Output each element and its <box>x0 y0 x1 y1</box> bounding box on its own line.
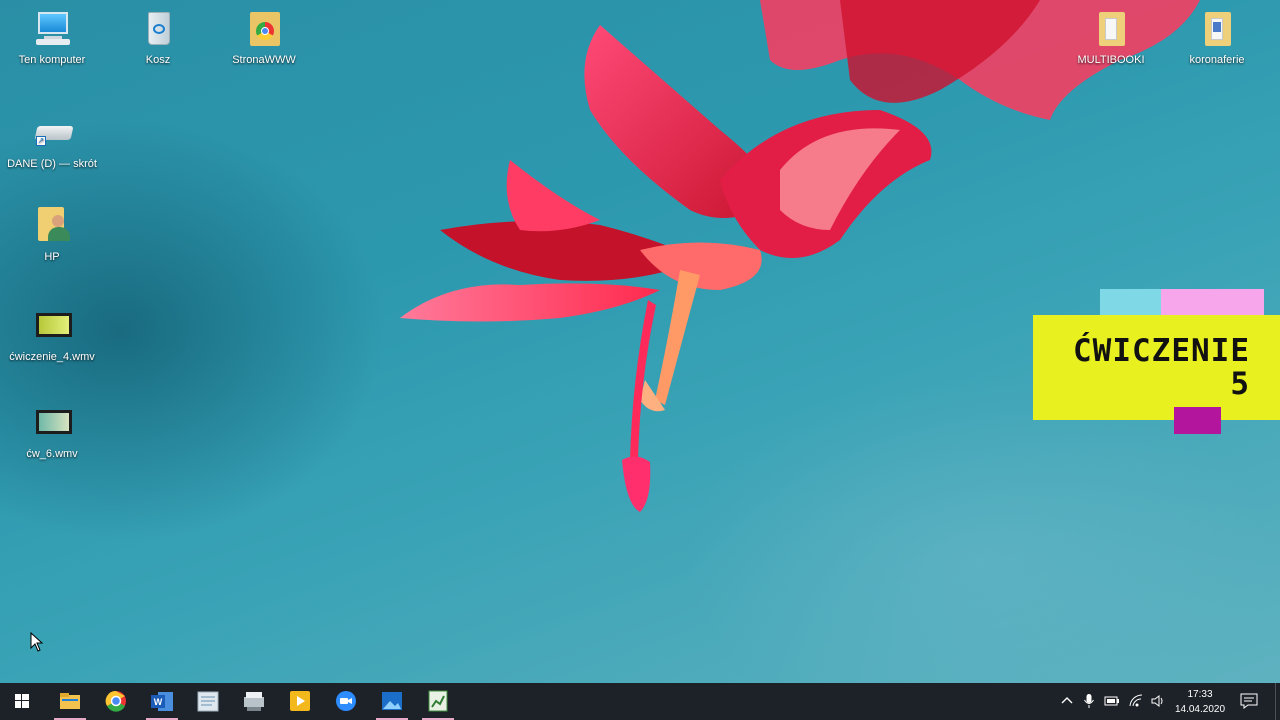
icon-label: StronaWWW <box>232 54 296 66</box>
icon-label: ćwiczenie_4.wmv <box>9 351 95 363</box>
exercise-number: 5 <box>1230 366 1250 402</box>
desktop-icon-cwiczenie-4[interactable]: ćwiczenie_4.wmv <box>4 305 100 364</box>
desktop-icon-stronawww[interactable]: StronaWWW <box>216 8 312 67</box>
desktop-icon-koronaferie[interactable]: koronaferie <box>1169 8 1265 67</box>
desktop-icon-ten-komputer[interactable]: Ten komputer <box>4 8 100 67</box>
exercise-title-line1: ĆWICZENIE <box>1073 333 1250 369</box>
icon-label: koronaferie <box>1189 54 1245 66</box>
notepad-icon <box>197 691 219 712</box>
taskbar-spreadsheet[interactable] <box>416 683 460 720</box>
chrome-folder-icon <box>242 8 286 50</box>
icon-label: MULTIBOOKI <box>1077 54 1145 66</box>
taskbar-chrome[interactable] <box>94 683 138 720</box>
start-button[interactable] <box>0 683 44 720</box>
icon-label: DANE (D) — skrót <box>7 158 97 170</box>
recycle-bin-icon <box>136 8 180 50</box>
microphone-icon[interactable] <box>1083 693 1095 709</box>
video-file-icon <box>30 402 74 444</box>
video-file-icon <box>30 305 74 347</box>
badge-accent-cyan <box>1100 289 1161 316</box>
desktop-icon-hp[interactable]: HP <box>4 205 100 264</box>
taskbar-zoom[interactable] <box>324 683 368 720</box>
taskbar-scanner[interactable] <box>232 683 276 720</box>
clock-date: 14.04.2020 <box>1174 704 1226 715</box>
user-folder-icon <box>30 205 74 247</box>
media-player-icon <box>290 691 310 711</box>
notifications-icon[interactable] <box>1240 693 1258 709</box>
word-icon: W <box>151 692 173 711</box>
taskbar-file-explorer[interactable] <box>48 683 92 720</box>
zoom-icon <box>336 691 356 711</box>
desktop-icon-kosz[interactable]: Kosz <box>110 8 206 67</box>
wifi-icon[interactable] <box>1128 694 1144 708</box>
desktop-icon-multibooki[interactable]: MULTIBOOKI <box>1063 8 1159 67</box>
clock[interactable]: 17:33 14.04.2020 <box>1168 687 1232 717</box>
chevron-up-icon[interactable] <box>1060 694 1074 708</box>
icon-label: ćw_6.wmv <box>26 448 78 460</box>
system-tray <box>1055 683 1175 720</box>
spreadsheet-icon <box>428 690 448 712</box>
desktop: Ten komputer Kosz StronaWWW ↗ DANE (D) —… <box>0 0 1280 683</box>
mouse-cursor-icon <box>30 632 44 652</box>
scanner-icon <box>244 692 264 711</box>
taskbar-photos[interactable] <box>370 683 414 720</box>
desktop-icon-cw-6[interactable]: ćw_6.wmv <box>4 402 100 461</box>
volume-icon[interactable] <box>1150 694 1166 708</box>
file-explorer-icon <box>60 693 80 709</box>
svg-text:W: W <box>154 697 163 707</box>
folder-icon <box>1195 8 1239 50</box>
battery-icon[interactable] <box>1104 695 1120 707</box>
clock-time: 17:33 <box>1187 689 1213 700</box>
taskbar-word[interactable]: W <box>140 683 184 720</box>
show-desktop-button[interactable] <box>1275 683 1280 720</box>
taskbar: W 17:33 14.04.2020 <box>0 683 1280 720</box>
icon-label: Kosz <box>145 54 171 66</box>
chrome-icon <box>105 690 126 712</box>
folder-icon <box>1089 8 1133 50</box>
photos-icon <box>382 692 402 710</box>
desktop-icon-dane-d[interactable]: ↗ DANE (D) — skrót <box>4 112 100 171</box>
exercise-title: ĆWICZENIE 5 <box>1033 315 1280 420</box>
badge-accent-magenta <box>1174 407 1221 434</box>
computer-icon <box>30 8 74 50</box>
taskbar-media-player[interactable] <box>278 683 322 720</box>
badge-accent-pink <box>1161 289 1264 316</box>
drive-shortcut-icon: ↗ <box>30 112 74 154</box>
taskbar-notepad[interactable] <box>186 683 230 720</box>
icon-label: Ten komputer <box>18 54 86 66</box>
start-icon <box>15 694 29 708</box>
icon-label: HP <box>44 251 60 263</box>
